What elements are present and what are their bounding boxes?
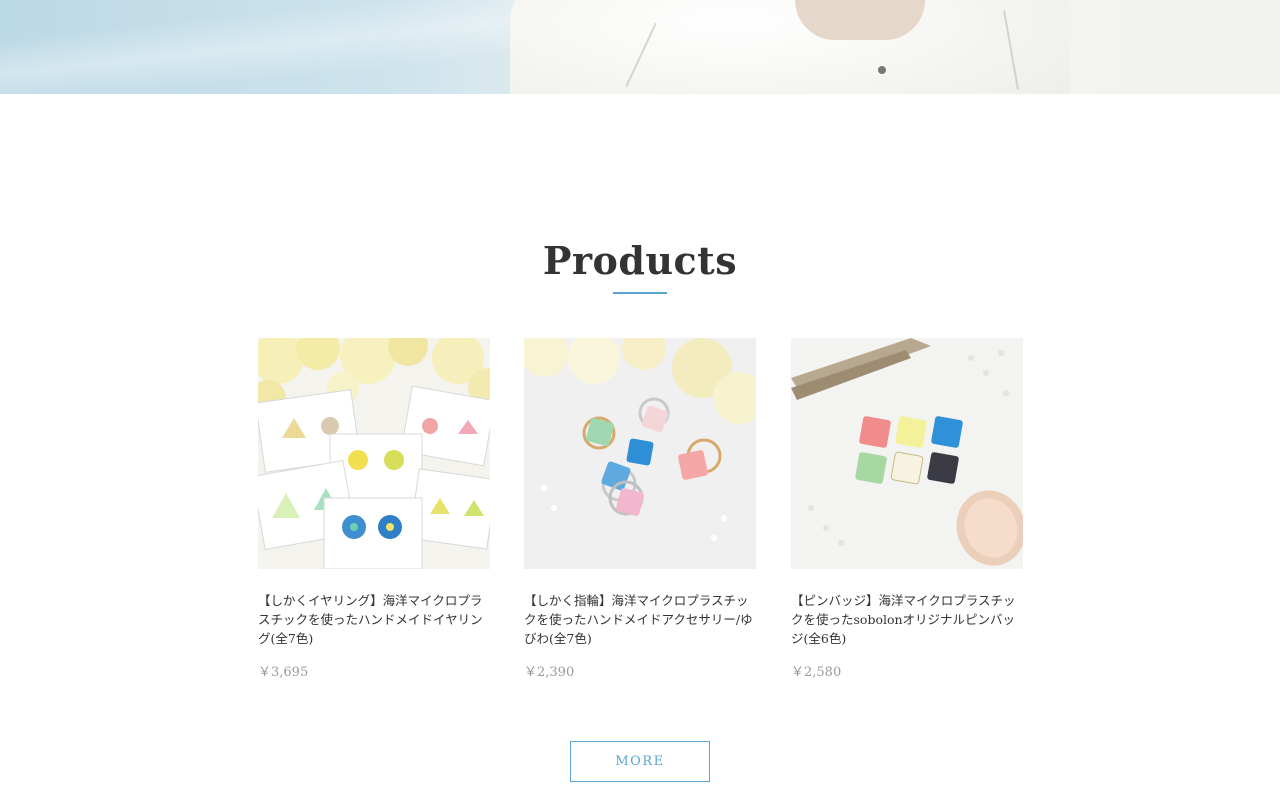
product-image-pin-badges[interactable] [791,338,1023,569]
product-price: ￥2,390 [524,665,575,680]
more-button[interactable]: MORE [570,741,710,782]
title-underline [613,292,667,294]
product-card-pin-badges[interactable]: 【ピンバッジ】海洋マイクロプラスチックを使ったsobolonオリジナルピンバッジ… [791,338,1023,680]
product-image-rings[interactable] [524,338,756,569]
hero-collar [795,0,925,40]
hero-shirt [510,0,1070,94]
product-card-earrings[interactable]: 【しかくイヤリング】海洋マイクロプラスチックを使ったハンドメイドイヤリング(全7… [258,338,490,680]
product-price: ￥3,695 [258,665,309,680]
product-card-rings[interactable]: 【しかく指輪】海洋マイクロプラスチックを使ったハンドメイドアクセサリー/ゆびわ(… [524,338,756,680]
section-title: Products [542,238,738,283]
product-name[interactable]: 【しかく指輪】海洋マイクロプラスチックを使ったハンドメイドアクセサリー/ゆびわ(… [524,591,756,648]
product-name[interactable]: 【ピンバッジ】海洋マイクロプラスチックを使ったsobolonオリジナルピンバッジ… [791,591,1023,648]
hero-banner-image [0,0,1280,94]
hero-shirt-button [878,66,886,74]
product-name[interactable]: 【しかくイヤリング】海洋マイクロプラスチックを使ったハンドメイドイヤリング(全7… [258,591,490,648]
product-image-earrings[interactable] [258,338,490,569]
product-price: ￥2,580 [791,665,842,680]
